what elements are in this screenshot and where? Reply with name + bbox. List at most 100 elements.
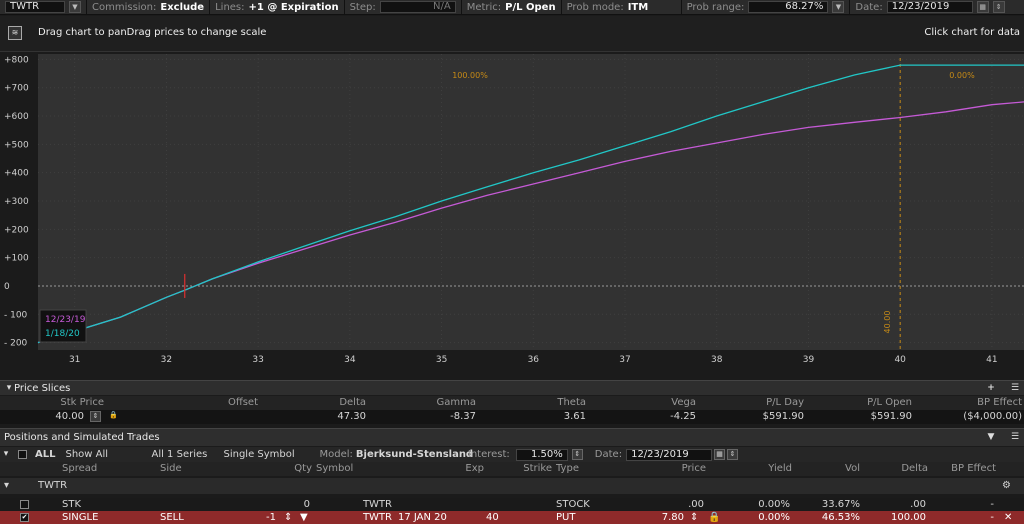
chart-hint: Drag chart to panDrag prices to change s… [38, 27, 267, 38]
series-filter-select[interactable]: All 1 Series [151, 449, 223, 460]
delete-row-icon[interactable]: ✕ [1004, 511, 1012, 524]
row-checkbox[interactable] [20, 500, 29, 509]
pos-date-input[interactable]: 12/23/2019 [626, 448, 713, 461]
prob-range-dropdown-icon[interactable]: ▼ [832, 1, 845, 13]
symbol-mode-select[interactable]: Single Symbol [223, 449, 319, 460]
pos-date-stepper-icon[interactable]: ⇕ [727, 449, 739, 460]
plot-area[interactable] [38, 54, 1024, 350]
interest-input[interactable]: 1.50% [515, 448, 568, 461]
group-collapse-icon[interactable]: ▾ [4, 478, 9, 494]
group-settings-icon[interactable]: ⚙ [1002, 478, 1011, 494]
y-tick-label: +800 [4, 55, 29, 65]
metric-group[interactable]: Metric: P/L Open [462, 0, 562, 15]
date-input[interactable]: 12/23/2019 [886, 1, 973, 13]
row-yield: 0.00% [758, 499, 790, 510]
gamma-value: -8.37 [450, 411, 476, 422]
prob-mode-value[interactable]: ITM [628, 2, 649, 13]
lines-value[interactable]: +1 @ Expiration [249, 2, 339, 13]
row-exp[interactable]: 17 JAN 20 [398, 511, 447, 524]
col-side: Side [160, 463, 182, 474]
risk-profile-svg[interactable]: +800 +700 +600 +500 +400 +300 +200 +100 0 - 100 - … [0, 52, 1024, 370]
row-price[interactable]: .00 [640, 498, 704, 511]
col-pl-day: P/L Day [766, 397, 804, 408]
commission-label: Commission: [92, 1, 157, 13]
risk-profile-chart[interactable]: +800 +700 +600 +500 +400 +300 +200 +100 0 - 100 - … [0, 52, 1024, 370]
row-strike[interactable]: 40 [486, 511, 499, 524]
collapse-icon[interactable]: ▾ [2, 382, 16, 395]
table-row[interactable]: STK 0 TWTR STOCK .00 0.00% 33.67% .00 - [0, 498, 1024, 511]
y-tick-label: 0 [4, 282, 10, 292]
symbol-input[interactable]: TWTR [5, 1, 65, 13]
symbol-group: TWTR ▼ [0, 0, 87, 15]
vega-value: -4.25 [670, 411, 696, 422]
model-select[interactable]: Bjerksund-Stensland [356, 449, 473, 460]
col-theta: Theta [557, 397, 586, 408]
table-row[interactable]: ✔ SINGLE SELL -1 ⇕ ▼ TWTR 17 JAN 20 40 P… [0, 511, 1024, 524]
pos-calendar-icon[interactable]: ▦ [714, 449, 726, 460]
col-vega: Vega [671, 397, 696, 408]
show-filter-select[interactable]: Show All [65, 449, 151, 460]
interest-stepper-icon[interactable]: ⇕ [571, 449, 583, 460]
select-all-checkbox[interactable] [18, 450, 27, 459]
metric-value[interactable]: P/L Open [505, 2, 555, 13]
chart-header: ≋ Drag chart to panDrag prices to change… [0, 16, 1024, 52]
col-offset: Offset [227, 397, 258, 408]
prob-range-input[interactable]: 68.27% [748, 1, 829, 13]
col-stk-price: Stk Price [60, 397, 104, 408]
date-group: Date: 12/23/2019 ▦ ⇕ [850, 0, 1009, 15]
row-qty[interactable]: 0 [280, 498, 310, 511]
prob-label-left: 100.00% [452, 71, 488, 80]
stk-price-stepper-icon[interactable]: ⇕ [90, 411, 101, 422]
lines-group[interactable]: Lines: +1 @ Expiration [210, 0, 345, 15]
menu-icon[interactable]: ☰ [1008, 382, 1022, 395]
row-checkbox[interactable]: ✔ [20, 513, 29, 522]
row-bp-effect: - [990, 512, 994, 523]
x-tick-label: 41 [986, 355, 997, 365]
price-stepper-icon[interactable]: ⇕ [690, 511, 698, 524]
y-tick-label: - 200 [4, 339, 28, 349]
stk-price-value[interactable]: 40.00 [20, 410, 84, 424]
positions-menu-icon[interactable]: ☰ [1008, 431, 1022, 444]
expand-all-icon[interactable]: ▾ [0, 448, 12, 461]
chart-settings-icon[interactable]: ≋ [8, 26, 22, 40]
positions-header: Positions and Simulated Trades ▼ ☰ [0, 428, 1024, 446]
prob-range-group: Prob range: 68.27% ▼ [682, 0, 851, 15]
y-tick-label: - 100 [4, 310, 28, 320]
lock-icon[interactable]: 🔒 [108, 411, 119, 422]
commission-group[interactable]: Commission: Exclude [87, 0, 211, 15]
row-price[interactable]: 7.80 [630, 511, 684, 524]
row-vol: 46.53% [821, 512, 860, 523]
prob-mode-label: Prob mode: [566, 1, 624, 13]
date-stepper-icon[interactable]: ⇕ [992, 1, 1005, 13]
y-tick-label: +600 [4, 112, 29, 122]
price-lock-icon[interactable]: 🔒 [708, 511, 720, 524]
offset-value [200, 410, 258, 424]
date-label: Date: [855, 1, 883, 13]
col-type: Type [556, 463, 579, 474]
add-slice-icon[interactable]: + [984, 382, 998, 395]
qty-stepper-icon[interactable]: ⇕ [284, 511, 292, 524]
step-input[interactable]: N/A [379, 1, 456, 13]
row-qty[interactable]: -1 [250, 511, 276, 524]
row-type[interactable]: PUT [556, 511, 575, 524]
col-spread: Spread [62, 463, 98, 474]
calendar-icon[interactable]: ▦ [976, 1, 989, 13]
price-slice-row[interactable]: 40.00 ⇕ 🔒 47.30 -8.37 3.61 -4.25 $591.90… [0, 410, 1024, 424]
x-tick-label: 35 [436, 355, 447, 365]
pl-open-value: $591.90 [870, 411, 912, 422]
col-delta: Delta [901, 463, 928, 474]
hide-icon[interactable]: ▼ [984, 431, 998, 444]
x-tick-label: 32 [161, 355, 172, 365]
col-exp: Exp [465, 463, 484, 474]
col-pl-open: P/L Open [867, 397, 912, 408]
symbol-dropdown-icon[interactable]: ▼ [69, 1, 81, 13]
qty-dropdown-icon[interactable]: ▼ [300, 511, 308, 524]
prob-mode-group[interactable]: Prob mode: ITM [562, 0, 682, 15]
commission-value[interactable]: Exclude [160, 2, 204, 13]
col-gamma: Gamma [436, 397, 477, 408]
row-yield: 0.00% [758, 512, 790, 523]
prob-range-label: Prob range: [686, 1, 745, 13]
row-side[interactable]: SELL [160, 511, 184, 524]
group-row-twtr[interactable]: ▾ TWTR ⚙ [0, 478, 1024, 494]
price-slices-title: Price Slices [14, 382, 71, 394]
